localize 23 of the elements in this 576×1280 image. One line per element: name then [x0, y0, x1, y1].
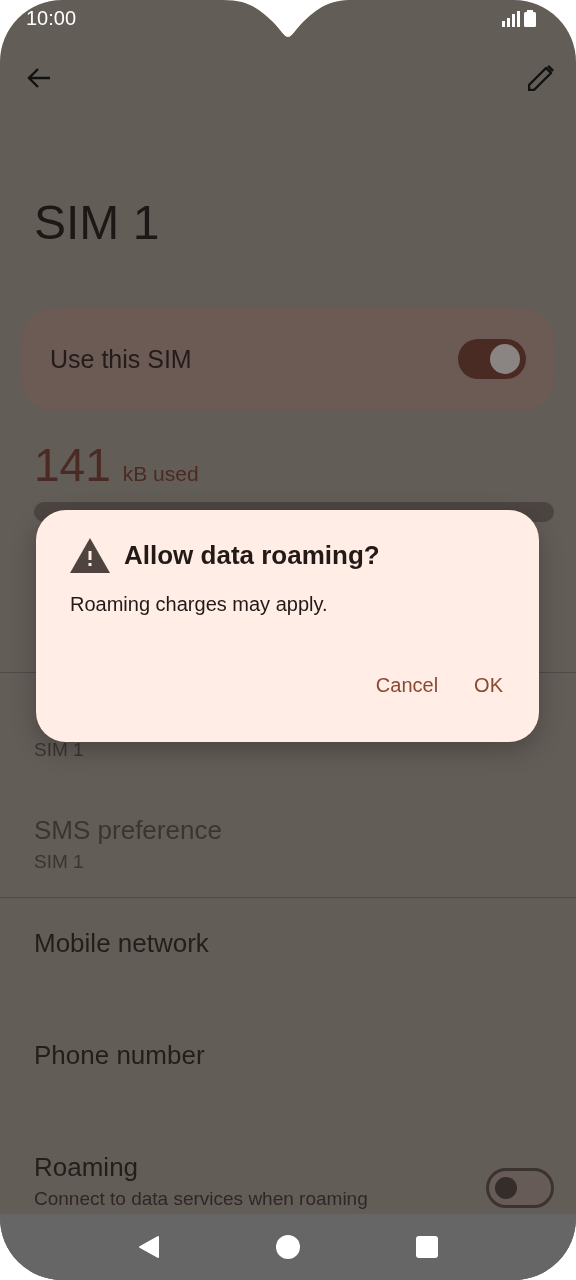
- back-icon[interactable]: [138, 1235, 160, 1259]
- use-sim-label: Use this SIM: [50, 344, 192, 374]
- page-title: SIM 1: [34, 194, 160, 250]
- dialog-title: Allow data roaming?: [124, 540, 380, 571]
- item-title: Roaming: [34, 1151, 140, 1184]
- pencil-icon[interactable]: [528, 65, 554, 91]
- status-time: 10:00: [26, 6, 77, 30]
- battery-icon: [524, 9, 536, 27]
- dialog-message: Roaming charges may apply.: [70, 593, 329, 616]
- signal-icon: [502, 10, 520, 27]
- item-title: Mobile network: [34, 927, 209, 960]
- toggle-switch[interactable]: [458, 339, 526, 379]
- use-sim-row[interactable]: Use this SIM: [22, 308, 554, 410]
- warning-icon: [70, 538, 110, 573]
- settings-item[interactable]: Phone number: [0, 1010, 576, 1122]
- toggle-switch[interactable]: [486, 1168, 554, 1208]
- item-title: Phone number: [34, 1039, 205, 1072]
- back-arrow-icon[interactable]: [27, 67, 51, 89]
- home-icon[interactable]: [276, 1235, 300, 1259]
- settings-item[interactable]: Mobile network: [0, 898, 576, 1010]
- recents-icon[interactable]: [416, 1236, 438, 1258]
- dialog-button[interactable]: OK: [462, 666, 515, 705]
- dialog-button[interactable]: Cancel: [363, 666, 451, 705]
